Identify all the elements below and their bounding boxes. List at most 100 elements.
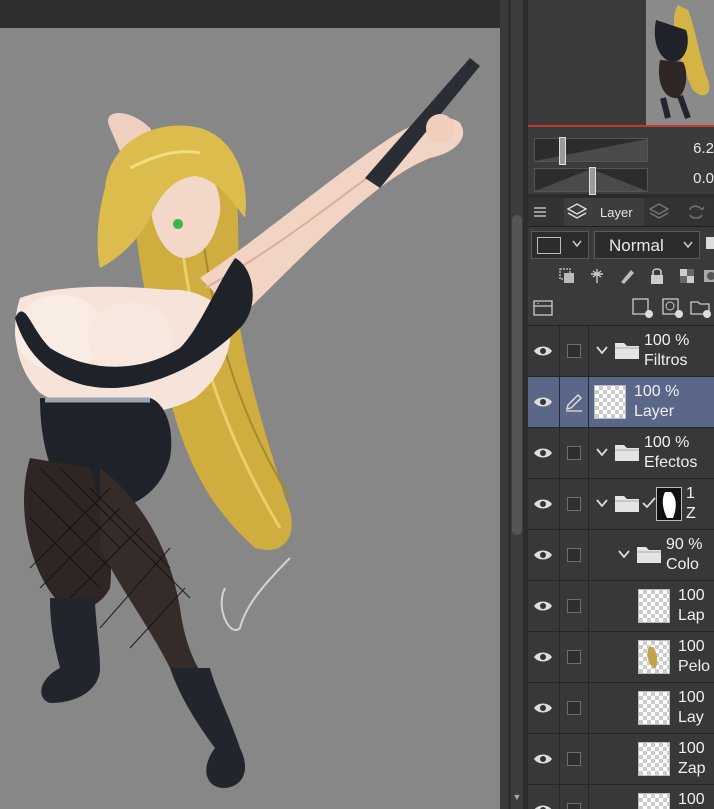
checkbox bbox=[567, 446, 581, 460]
checkbox bbox=[567, 497, 581, 511]
layer-panel-tabs: Layer bbox=[528, 198, 714, 227]
reference-layer-icon[interactable] bbox=[586, 265, 608, 287]
layer-row[interactable]: 100 % Filtros bbox=[528, 326, 714, 377]
eye-icon[interactable] bbox=[528, 479, 558, 529]
canvas-top-bar bbox=[0, 0, 508, 28]
layer-list-icon[interactable] bbox=[532, 297, 554, 319]
layer-opacity: 100 % bbox=[644, 434, 690, 451]
layer-lock-toggle[interactable] bbox=[561, 479, 587, 529]
layer-row[interactable]: 100 bbox=[528, 785, 714, 809]
checkbox bbox=[567, 599, 581, 613]
new-vector-layer-icon[interactable] bbox=[662, 297, 684, 319]
draft-layer-icon[interactable] bbox=[616, 265, 638, 287]
layer-lock-toggle[interactable] bbox=[561, 581, 587, 631]
eye-icon[interactable] bbox=[528, 734, 558, 784]
folder-icon bbox=[614, 492, 640, 514]
layer-thumbnail bbox=[638, 640, 670, 674]
column-divider bbox=[588, 479, 589, 529]
blend-mode-select[interactable]: Normal bbox=[594, 231, 700, 259]
new-raster-layer-icon[interactable] bbox=[632, 297, 654, 319]
history-icon bbox=[689, 205, 705, 219]
scroll-down-icon[interactable]: ▼ bbox=[512, 792, 522, 804]
column-divider bbox=[588, 734, 589, 784]
layer-list[interactable]: 100 % Filtros 100 % Layer 100 % Efectos 1 Z 90 %… bbox=[528, 326, 714, 809]
layer-mask-thumbnail bbox=[656, 487, 682, 521]
column-divider bbox=[559, 683, 560, 733]
eye-icon[interactable] bbox=[528, 428, 558, 478]
tab-history[interactable] bbox=[686, 198, 712, 226]
chevron-down-icon[interactable] bbox=[616, 546, 632, 562]
layer-name: Colo bbox=[666, 556, 699, 573]
layer-opacity: 100 bbox=[678, 689, 705, 706]
eye-icon[interactable] bbox=[528, 530, 558, 580]
drawing-canvas[interactable] bbox=[0, 28, 500, 809]
column-divider bbox=[559, 377, 560, 427]
eye-icon[interactable] bbox=[528, 632, 558, 682]
layer-lock-toggle[interactable] bbox=[561, 428, 587, 478]
lock-icon[interactable] bbox=[646, 265, 668, 287]
pencil-icon[interactable] bbox=[561, 377, 587, 427]
column-divider bbox=[588, 530, 589, 580]
layer-lock-toggle[interactable] bbox=[561, 785, 587, 809]
layer-lock-toggle[interactable] bbox=[561, 632, 587, 682]
column-divider bbox=[559, 785, 560, 809]
new-folder-icon[interactable] bbox=[690, 297, 712, 319]
opacity-slider-edge[interactable] bbox=[706, 237, 714, 249]
clip-to-layer-icon[interactable] bbox=[556, 265, 578, 287]
layer-lock-toggle[interactable] bbox=[561, 734, 587, 784]
eye-icon[interactable] bbox=[528, 785, 558, 809]
zoom-slider[interactable] bbox=[534, 137, 648, 165]
eye-icon[interactable] bbox=[528, 581, 558, 631]
layer-thumbnail bbox=[638, 793, 670, 809]
layer-thumbnail bbox=[638, 589, 670, 623]
layer-lock-toggle[interactable] bbox=[561, 326, 587, 376]
panel-menu-icon[interactable] bbox=[534, 198, 550, 226]
rotation-slider-handle[interactable] bbox=[589, 167, 596, 195]
mask-icon[interactable] bbox=[700, 265, 714, 287]
navigator-preview[interactable] bbox=[528, 0, 714, 128]
color-expression-select[interactable] bbox=[531, 231, 589, 259]
layer-row[interactable]: 1Z bbox=[528, 479, 714, 530]
navigator-frame-line bbox=[528, 125, 714, 127]
panel-scrollbar[interactable]: ▼ bbox=[508, 0, 528, 809]
layer-name: Lap bbox=[678, 607, 705, 624]
folder-icon bbox=[614, 339, 640, 361]
layer-row[interactable]: 100 Pelo bbox=[528, 632, 714, 683]
eye-icon[interactable] bbox=[528, 683, 558, 733]
layer-row[interactable]: 100 Lay bbox=[528, 683, 714, 734]
layer-row[interactable]: 100 Zap bbox=[528, 734, 714, 785]
layer-lock-toggle[interactable] bbox=[561, 530, 587, 580]
lock-transparency-icon[interactable] bbox=[676, 265, 698, 287]
chevron-down-icon[interactable] bbox=[594, 342, 610, 358]
layer-name: Filtros bbox=[644, 352, 688, 369]
column-divider bbox=[588, 683, 589, 733]
layer-thumbnail bbox=[638, 742, 670, 776]
column-divider bbox=[559, 428, 560, 478]
layers-icon bbox=[566, 203, 588, 219]
scroll-thumb[interactable] bbox=[512, 215, 522, 535]
column-divider bbox=[588, 428, 589, 478]
column-divider bbox=[559, 632, 560, 682]
layer-row[interactable]: 100 % Efectos bbox=[528, 428, 714, 479]
rotation-slider[interactable] bbox=[534, 167, 648, 195]
chevron-down-icon[interactable] bbox=[594, 444, 610, 460]
column-divider bbox=[588, 377, 589, 427]
layer-create-tools bbox=[528, 291, 714, 326]
layer-row[interactable]: 100 % Layer bbox=[528, 377, 714, 428]
checkbox bbox=[567, 803, 581, 809]
color-swatch-icon bbox=[537, 237, 561, 254]
zoom-slider-handle[interactable] bbox=[559, 137, 566, 165]
eye-icon[interactable] bbox=[528, 377, 558, 427]
chevron-down-icon[interactable] bbox=[594, 495, 610, 511]
layer-lock-toggle[interactable] bbox=[561, 683, 587, 733]
tab-layer[interactable]: Layer bbox=[564, 198, 644, 226]
column-divider bbox=[588, 581, 589, 631]
layer-row[interactable]: 90 % Colo bbox=[528, 530, 714, 581]
zoom-value: 6.2 bbox=[693, 140, 714, 157]
tab-layer-property[interactable] bbox=[648, 198, 674, 226]
zoom-ramp bbox=[535, 139, 647, 161]
canvas-scrollbar[interactable] bbox=[500, 0, 508, 809]
layer-row[interactable]: 100 Lap bbox=[528, 581, 714, 632]
rotation-value: 0.0 bbox=[693, 170, 714, 187]
eye-icon[interactable] bbox=[528, 326, 558, 376]
